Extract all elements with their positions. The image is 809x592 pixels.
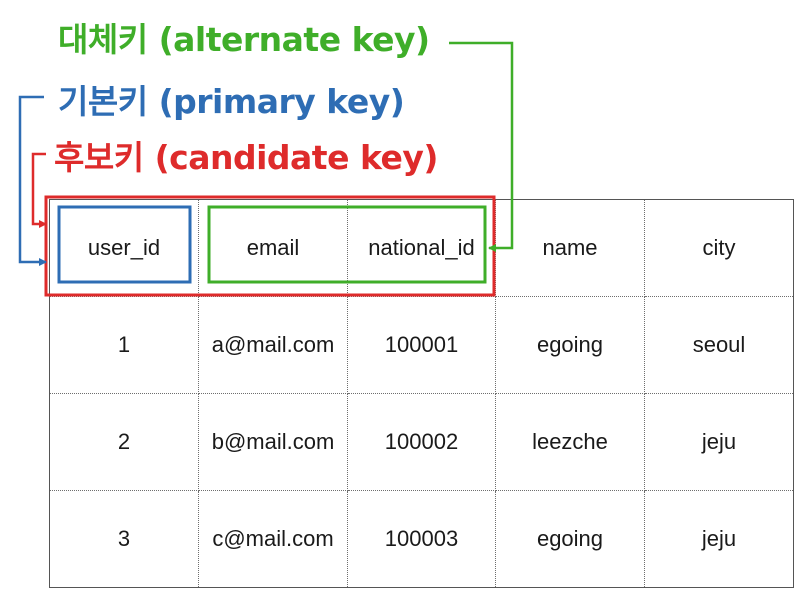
users-table: user_id email national_id name city 1 a@… [49,199,794,588]
cell-city: seoul [644,296,794,394]
cell-email: c@mail.com [198,490,348,588]
cell-name: egoing [495,296,645,394]
header-cell-national-id: national_id [347,199,496,297]
cell-national-id: 100001 [347,296,496,394]
cell-user-id: 2 [49,393,199,491]
header-cell-user-id: user_id [49,199,199,297]
header-cell-name: name [495,199,645,297]
table-row: 3 c@mail.com 100003 egoing jeju [49,490,794,588]
header-cell-city: city [644,199,794,297]
candidate-key-connector-arrow [31,152,47,228]
cell-user-id: 3 [49,490,199,588]
cell-email: b@mail.com [198,393,348,491]
cell-name: leezche [495,393,645,491]
cell-city: jeju [644,490,794,588]
header-row: user_id email national_id name city [49,199,794,297]
cell-user-id: 1 [49,296,199,394]
table-row: 1 a@mail.com 100001 egoing seoul [49,296,794,394]
cell-national-id: 100002 [347,393,496,491]
cell-email: a@mail.com [198,296,348,394]
cell-name: egoing [495,490,645,588]
alternate-key-label: 대체키 (alternate key) [58,20,430,59]
primary-key-connector-arrow [18,95,47,266]
table-row: 2 b@mail.com 100002 leezche jeju [49,393,794,491]
header-cell-email: email [198,199,348,297]
cell-city: jeju [644,393,794,491]
cell-national-id: 100003 [347,490,496,588]
primary-key-label: 기본키 (primary key) [58,82,405,121]
candidate-key-label: 후보키 (candidate key) [54,138,438,177]
